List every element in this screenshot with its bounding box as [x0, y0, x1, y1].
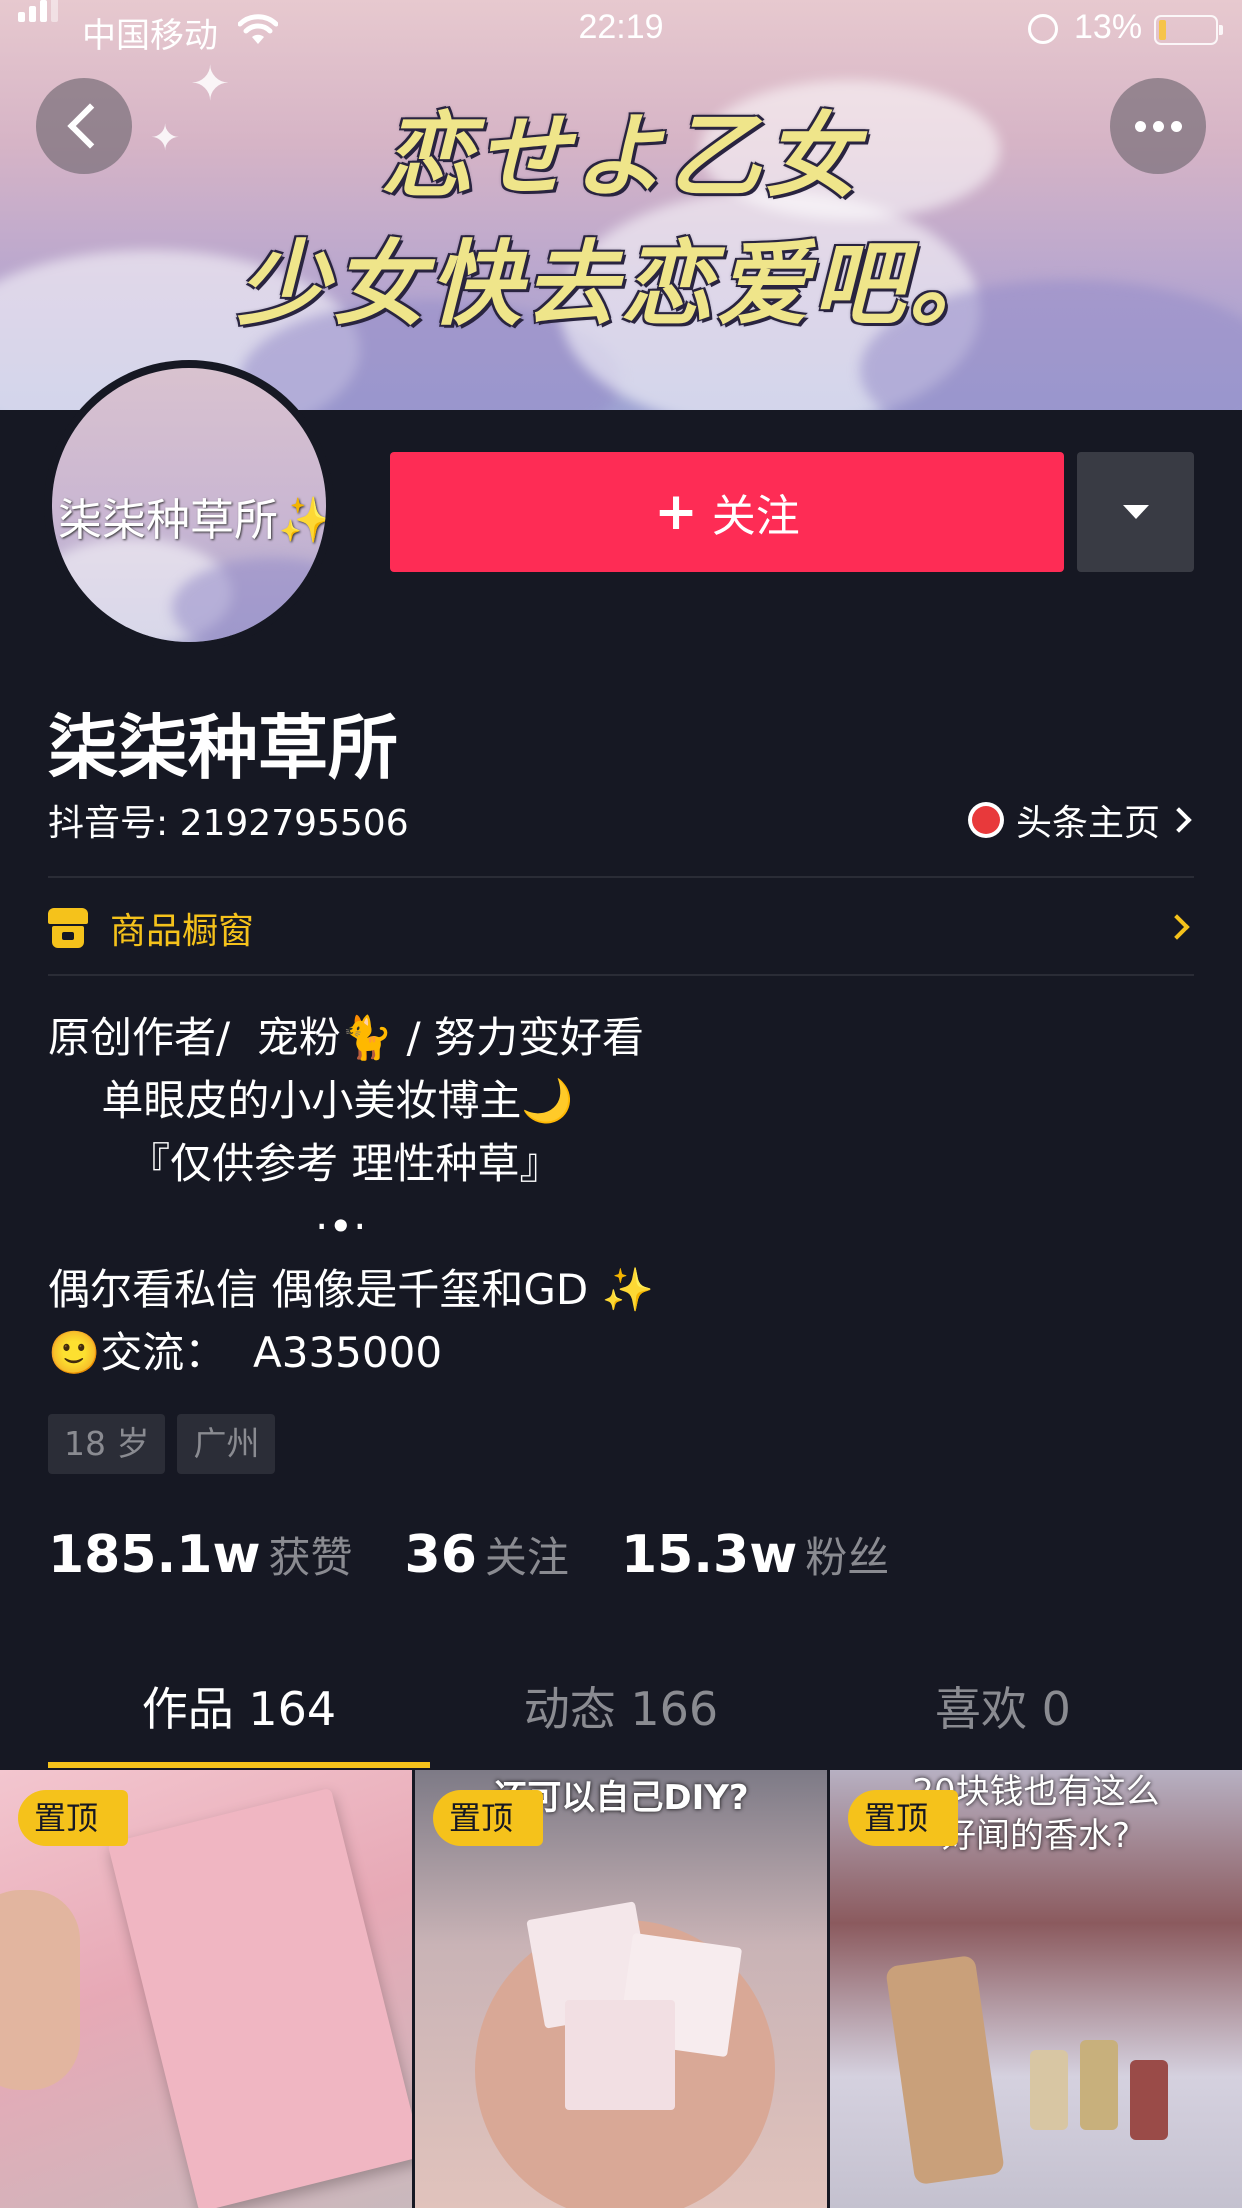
toutiao-icon: [968, 802, 1004, 838]
chevron-right-icon: [1164, 914, 1190, 940]
likes-count: 185.1w: [48, 1525, 261, 1585]
shop-icon: [48, 908, 88, 948]
toutiao-label: 头条主页: [1016, 803, 1161, 844]
orientation-lock-icon: [1028, 14, 1058, 44]
divider: [48, 974, 1194, 976]
followers-label[interactable]: 粉丝: [805, 1524, 889, 1585]
bio: 原创作者/ 宠粉🐈 / 努力变好看 单眼皮的小小美妆博主🌙 『仅供参考 理性种草…: [48, 1006, 654, 1384]
video-thumbnail[interactable]: 置顶: [0, 1770, 412, 2208]
location-tag: 广州: [177, 1414, 276, 1474]
back-button[interactable]: [36, 78, 132, 174]
followers-count[interactable]: 15.3w: [621, 1525, 797, 1585]
active-tab-indicator: [48, 1762, 430, 1768]
video-thumbnail[interactable]: 20块钱也有这么 好闻的香水? 置顶: [830, 1770, 1242, 2208]
age-tag: 18 岁: [48, 1414, 166, 1474]
douyin-id: 抖音号: 2192795506: [48, 803, 409, 844]
tab-likes[interactable]: 喜欢 0: [796, 1674, 1210, 1744]
divider: [48, 876, 1194, 878]
follow-button[interactable]: + 关注: [390, 452, 1064, 572]
video-thumbnail[interactable]: 还可以自己DIY? 置顶: [415, 1770, 827, 2208]
shop-window-row[interactable]: 商品橱窗: [48, 900, 1194, 956]
pinned-badge: 置顶: [433, 1790, 544, 1846]
more-dots-icon: [1134, 120, 1182, 132]
content-tabs: 作品 164 动态 166 喜欢 0: [0, 1674, 1242, 1770]
pinned-badge: 置顶: [18, 1790, 129, 1846]
triangle-down-icon: [1122, 505, 1149, 519]
likes-label: 获赞: [268, 1533, 353, 1582]
chevron-left-icon: [67, 103, 113, 149]
profile-cover: ✦ ✦ 恋せよ乙女 少女快去恋爱吧。: [0, 0, 1242, 410]
following-label[interactable]: 关注: [485, 1524, 569, 1585]
tab-works[interactable]: 作品 164: [32, 1674, 446, 1744]
chevron-right-icon: [1166, 807, 1192, 833]
tab-dynamics[interactable]: 动态 166: [414, 1674, 828, 1744]
shop-window-label: 商品橱窗: [110, 911, 255, 952]
status-bar: 中国移动 22:19 13%: [0, 0, 1242, 58]
cover-title-line1: 恋せよ乙女: [380, 103, 861, 210]
avatar[interactable]: 柒柒种草所✨: [44, 360, 334, 650]
recommend-dropdown-button[interactable]: [1077, 452, 1194, 572]
profile-tags: 18 岁 广州: [48, 1414, 276, 1474]
following-count[interactable]: 36: [405, 1525, 477, 1585]
pinned-badge: 置顶: [848, 1790, 959, 1846]
video-grid: 置顶 还可以自己DIY? 置顶 20块钱也有这么 好闻的香水? 置顶: [0, 1770, 1242, 2208]
bio-line: ·•·: [48, 1202, 367, 1251]
avatar-image: 柒柒种草所✨: [52, 368, 326, 642]
bio-line: 🙂交流： A335000: [48, 1328, 443, 1377]
more-button[interactable]: [1110, 78, 1206, 174]
battery-icon: [1154, 15, 1223, 45]
follow-label: 关注: [711, 491, 800, 542]
bio-line: 『仅供参考 理性种草』: [48, 1139, 562, 1188]
toutiao-homepage-link[interactable]: 头条主页: [968, 794, 1192, 846]
bio-line: 单眼皮的小小美妆博主🌙: [48, 1076, 574, 1125]
cover-title-line2: 少女快去恋爱吧。: [236, 231, 1005, 338]
plus-icon: +: [654, 482, 698, 542]
bio-line: 原创作者/ 宠粉🐈 / 努力变好看: [48, 1013, 644, 1062]
battery-level: [1159, 20, 1166, 40]
battery-percent: 13%: [1074, 8, 1143, 46]
bio-line: 偶尔看私信 偶像是千玺和GD ✨: [48, 1265, 654, 1314]
nickname: 柒柒种草所: [48, 707, 398, 789]
stats-row: 185.1w 获赞 36 关注 15.3w 粉丝: [48, 1524, 941, 1585]
avatar-text: 柒柒种草所✨: [58, 495, 326, 546]
